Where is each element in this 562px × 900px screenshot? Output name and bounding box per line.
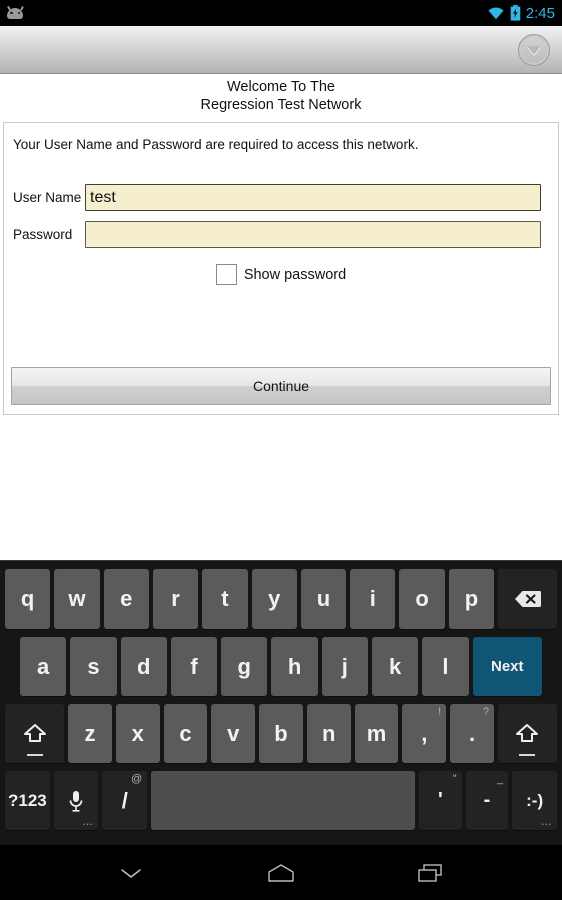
- apostrophe-key-hint: ": [452, 773, 457, 785]
- key-p[interactable]: p: [448, 569, 495, 629]
- battery-charging-icon: [510, 5, 521, 21]
- smiley-key-hint: ...: [541, 817, 552, 827]
- navigation-bar: [0, 845, 562, 900]
- key-y[interactable]: y: [251, 569, 297, 629]
- status-bar-left: [7, 5, 23, 19]
- key-comma[interactable]: ! ,: [402, 704, 447, 763]
- continue-button-wrap: Continue: [11, 367, 551, 405]
- key-d[interactable]: d: [120, 637, 167, 696]
- chevron-down-icon[interactable]: [111, 856, 151, 890]
- apostrophe-key[interactable]: " ': [419, 771, 462, 830]
- instructions-text: Your User Name and Password are required…: [13, 137, 419, 152]
- key-f[interactable]: f: [170, 637, 218, 696]
- page-title: Welcome To The Regression Test Network: [0, 75, 562, 114]
- shift-icon: [515, 723, 539, 745]
- key-t[interactable]: t: [202, 569, 248, 629]
- shift-underline: [519, 754, 536, 756]
- key-q[interactable]: q: [4, 569, 51, 629]
- password-input[interactable]: [85, 221, 541, 248]
- device-screen: 2:45 Welcome To The Regression Test Netw…: [0, 0, 562, 900]
- key-a[interactable]: a: [20, 637, 67, 696]
- recent-apps-icon[interactable]: [411, 856, 451, 890]
- page-content: Welcome To The Regression Test Network Y…: [0, 75, 562, 560]
- key-n[interactable]: n: [306, 704, 351, 763]
- microphone-key-hint: ...: [82, 817, 94, 827]
- chevron-down-circle-icon[interactable]: [518, 34, 550, 66]
- status-bar: 2:45: [0, 0, 562, 26]
- key-b[interactable]: b: [259, 704, 303, 763]
- slash-key[interactable]: @ /: [102, 771, 148, 830]
- key-period-hint: ?: [482, 706, 489, 718]
- key-z[interactable]: z: [68, 704, 112, 763]
- space-key[interactable]: [151, 771, 416, 830]
- key-j[interactable]: j: [321, 637, 368, 696]
- smiley-key-label: :-): [526, 790, 544, 810]
- password-row: Password: [13, 221, 549, 248]
- key-u[interactable]: u: [300, 569, 347, 629]
- keyboard-row-3: z x c v b n m ! , ? .: [2, 700, 560, 767]
- key-s[interactable]: s: [70, 637, 117, 696]
- key-g[interactable]: g: [221, 637, 268, 696]
- key-comma-hint: !: [438, 706, 442, 718]
- page-title-line2: Regression Test Network: [200, 97, 362, 113]
- key-w[interactable]: w: [54, 569, 100, 629]
- apostrophe-key-label: ': [438, 789, 443, 811]
- next-key[interactable]: Next: [472, 637, 542, 696]
- show-password-label: Show password: [243, 266, 347, 283]
- continue-button[interactable]: Continue: [11, 367, 551, 405]
- key-period[interactable]: ? .: [450, 704, 494, 763]
- show-password-checkbox[interactable]: [215, 264, 237, 285]
- wifi-icon: [487, 6, 505, 20]
- key-c[interactable]: c: [163, 704, 208, 763]
- status-bar-clock: 2:45: [525, 4, 555, 22]
- symbols-key[interactable]: ?123: [5, 771, 50, 830]
- username-row: User Name: [13, 184, 549, 211]
- username-label: User Name: [13, 190, 82, 205]
- username-input[interactable]: [85, 184, 541, 211]
- microphone-key[interactable]: ...: [53, 771, 99, 830]
- key-l[interactable]: l: [422, 637, 469, 696]
- shift-icon: [23, 723, 47, 745]
- slash-key-hint: @: [130, 773, 143, 785]
- key-comma-label: ,: [421, 720, 428, 746]
- keyboard-row-4: ?123 ... @ / " ' _ -:-) ...: [2, 767, 560, 834]
- keyboard-row-2: a s d f g h j k l Next: [2, 633, 560, 700]
- show-password-row[interactable]: Show password: [13, 264, 549, 285]
- dash-key-label: -: [483, 789, 491, 811]
- key-k[interactable]: k: [371, 637, 419, 696]
- login-form: User Name Password Show password: [13, 184, 549, 285]
- home-icon[interactable]: [261, 856, 301, 890]
- page-title-line1: Welcome To The: [227, 79, 335, 95]
- microphone-icon: [67, 789, 85, 813]
- key-e[interactable]: e: [103, 569, 149, 629]
- key-v[interactable]: v: [211, 704, 256, 763]
- backspace-icon: [514, 590, 542, 608]
- key-m[interactable]: m: [354, 704, 399, 763]
- shift-key-right[interactable]: [497, 704, 558, 763]
- browser-toolbar: [0, 26, 562, 74]
- smiley-key[interactable]: :-) ...: [512, 771, 557, 830]
- password-label: Password: [13, 227, 73, 242]
- shift-key-left[interactable]: [4, 704, 65, 763]
- key-h[interactable]: h: [271, 637, 318, 696]
- login-panel: Your User Name and Password are required…: [3, 122, 559, 415]
- android-robot-icon: [7, 5, 23, 19]
- key-x[interactable]: x: [115, 704, 160, 763]
- key-r[interactable]: r: [152, 569, 199, 629]
- slash-key-label: /: [121, 787, 128, 813]
- key-period-label: .: [469, 720, 476, 746]
- keyboard-row-1: q w e r t y u i o p: [2, 565, 560, 633]
- dash-key[interactable]: _ -: [465, 771, 509, 830]
- key-i[interactable]: i: [350, 569, 396, 629]
- shift-underline: [26, 754, 43, 756]
- triangle-down-glyph: [527, 45, 541, 55]
- key-o[interactable]: o: [399, 569, 445, 629]
- dash-key-hint: _: [497, 773, 504, 785]
- backspace-key[interactable]: [498, 569, 558, 629]
- soft-keyboard: q w e r t y u i o p a s d f g h j k l Ne…: [0, 560, 562, 845]
- login-panel-inner: Your User Name and Password are required…: [4, 123, 558, 285]
- status-bar-right: 2:45: [487, 5, 555, 22]
